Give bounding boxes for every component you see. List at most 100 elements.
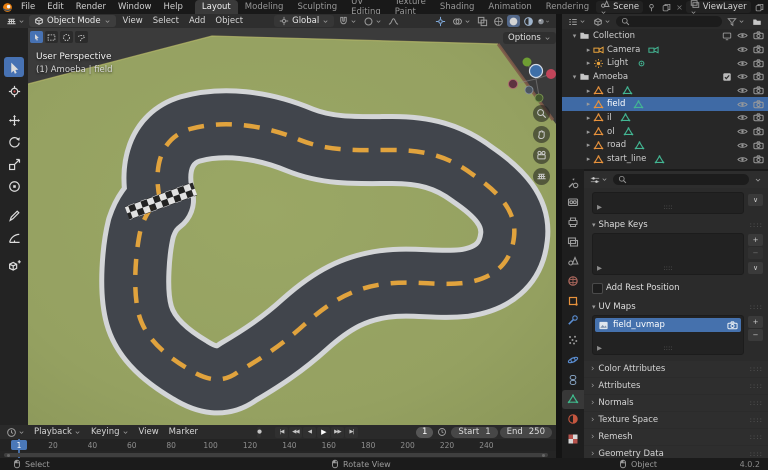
scrollbar-handle-right[interactable] [542,454,545,457]
disable-render-icon[interactable] [753,154,764,165]
outliner-row-amoeba[interactable]: ▾Amoeba [562,70,768,84]
shading-rendered-icon[interactable] [537,15,550,27]
menu-edit[interactable]: Edit [41,2,69,12]
axis-x-handle[interactable] [546,69,556,79]
new-viewlayer-icon[interactable] [753,3,766,12]
shape-keys-panel-header[interactable]: ▾ Shape Keys :::: [584,218,768,232]
timeline-menu-playback[interactable]: Playback [29,427,86,437]
camera-view-nav-button[interactable] [533,147,550,164]
axis-z-neg-handle[interactable] [525,86,533,94]
transform-tool[interactable] [4,176,24,196]
tab-rendering[interactable]: Rendering [539,0,596,14]
filter-funnel-icon[interactable] [725,17,747,27]
timeline-menu-keying[interactable]: Keying [86,427,134,437]
current-frame-field[interactable]: 1 [416,427,434,438]
panel-grip[interactable]: :::: [750,399,763,407]
use-preview-range-icon[interactable] [435,427,449,437]
disable-render-icon[interactable] [753,71,764,82]
hide-eye-icon[interactable] [737,30,748,41]
outliner-display-mode-icon[interactable] [566,17,588,27]
play-reverse-button[interactable]: ◀ [303,427,316,438]
axis-x-neg-handle[interactable] [509,80,518,89]
tab-uv-editing[interactable]: UV Editing [344,0,388,14]
collection-checkbox[interactable] [722,72,732,82]
outliner-row-start_line[interactable]: ▸start_line [562,152,768,166]
disable-render-icon[interactable] [753,99,764,110]
move-tool[interactable] [4,110,24,130]
tab-modeling[interactable]: Modeling [238,0,291,14]
hide-eye-icon[interactable] [737,154,748,165]
vertex-groups-list[interactable]: ▶ :::: [592,192,744,214]
tab-animation[interactable]: Animation [481,0,538,14]
scrollbar-thumb[interactable] [4,453,548,458]
shape-key-remove-button[interactable]: − [748,247,763,259]
shading-wireframe-icon[interactable] [492,15,505,27]
xray-toggle-icon[interactable] [475,16,490,27]
properties-tab-output[interactable] [562,212,584,231]
overlays-toggle-icon[interactable] [450,16,473,27]
outliner-row-camera[interactable]: ▸Camera [562,43,768,57]
disable-render-icon[interactable] [753,58,764,69]
hide-eye-icon[interactable] [737,58,748,69]
uv-map-remove-button[interactable]: − [748,329,763,341]
panel-grip[interactable]: :::: [750,382,763,390]
properties-tab-texture[interactable] [562,429,584,448]
auto-keying-button[interactable]: ● [257,427,261,438]
menu-help[interactable]: Help [157,2,188,12]
shading-material-icon[interactable] [522,15,535,27]
uv-maps-list[interactable]: field_uvmap ▶ :::: [592,315,744,355]
outliner-row-cl[interactable]: ▸cl [562,84,768,98]
hide-eye-icon[interactable] [737,85,748,96]
disclosure-icon[interactable]: ▸ [584,46,593,54]
next-keyframe-button[interactable]: ▶▶ [331,427,344,438]
properties-tab-modifiers[interactable] [562,311,584,330]
outliner-filter-type-icon[interactable] [591,17,613,27]
select-box-tool[interactable] [4,57,24,77]
zoom-nav-button[interactable] [533,105,550,122]
disclosure-icon[interactable]: ▾ [570,73,579,81]
properties-filter-icon[interactable] [588,175,610,185]
disable-render-icon[interactable] [753,126,764,137]
tab-sculpting[interactable]: Sculpting [290,0,344,14]
tab-texture-paint[interactable]: Texture Paint [388,0,433,14]
screen-toggle-icon[interactable] [722,31,732,41]
axis-y-handle[interactable] [523,58,532,67]
properties-tab-render[interactable] [562,193,584,212]
hide-eye-icon[interactable] [737,126,748,137]
outliner-row-field[interactable]: ▸field [562,97,768,111]
timeline-scrollbar[interactable] [0,451,556,458]
shape-key-specials-button[interactable]: ∨ [748,262,763,274]
disable-render-icon[interactable] [753,85,764,96]
menu-file[interactable]: File [15,2,41,12]
tab-shading[interactable]: Shading [433,0,482,14]
scale-tool[interactable] [4,154,24,174]
shape-keys-list[interactable]: ▶ :::: [592,233,744,275]
timeline-menu-view[interactable]: View [134,427,164,437]
annotate-tool[interactable] [4,205,24,225]
properties-tab-world[interactable] [562,272,584,291]
outliner-row-collection[interactable]: ▾Collection [562,29,768,43]
add-rest-position-row[interactable]: Add Rest Position [584,281,768,295]
panel-texture-space[interactable]: ›Texture Space:::: [584,412,768,428]
menu-window[interactable]: Window [112,2,158,12]
jump-start-button[interactable]: |◀ [275,427,288,438]
orientation-dropdown[interactable]: Global [274,15,334,27]
properties-tab-scene[interactable] [562,252,584,271]
panel-remesh[interactable]: ›Remesh:::: [584,429,768,445]
pin-icon[interactable] [645,3,658,12]
blender-logo-icon[interactable] [0,2,15,13]
rotate-tool[interactable] [4,132,24,152]
toggle-perspective-nav-button[interactable] [533,168,550,185]
shading-solid-icon[interactable] [507,15,520,27]
viewport-menu-object[interactable]: Object [210,16,248,26]
outliner-row-ol[interactable]: ▸ol [562,125,768,139]
uv-maps-panel-header[interactable]: ▾ UV Maps :::: [584,300,768,314]
panel-grip[interactable]: :::: [750,221,763,229]
current-frame-badge[interactable]: 1 [11,440,27,450]
prev-keyframe-button[interactable]: ◀◀ [289,427,302,438]
properties-search-input[interactable] [613,174,749,185]
axis-y-neg-handle[interactable] [535,94,543,102]
panel-grip[interactable]: :::: [750,416,763,424]
gizmos-toggle-icon[interactable] [433,16,448,27]
resize-grip[interactable]: :::: [663,344,672,352]
